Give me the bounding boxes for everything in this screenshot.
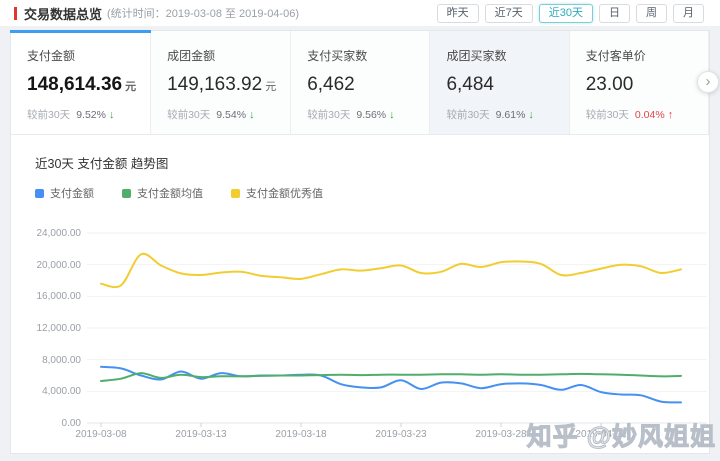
stat-date-range: (统计时间：2019-03-08 至 2019-04-06)	[107, 5, 299, 21]
metric-unit: 元	[265, 81, 276, 93]
change-percent: 9.54%	[216, 109, 246, 121]
series-line-支付金额优秀值	[101, 254, 681, 287]
chart-legend: 支付金额 支付金额均值 支付金额优秀值	[35, 185, 709, 201]
x-axis-tick-label: 2019-03-13	[167, 429, 235, 440]
compare-label: 较前30天	[446, 109, 489, 121]
legend-item-pay-amount-excellent[interactable]: 支付金额优秀值	[231, 185, 323, 201]
trend-down-icon: ↓	[249, 109, 255, 121]
filter-day-button[interactable]: 日	[599, 4, 630, 23]
metric-label: 支付客单价	[586, 47, 694, 64]
metric-compare-row: 较前30天 9.56%↓	[307, 107, 415, 122]
y-axis-tick-label: 0.00	[11, 418, 81, 429]
metric-value: 148,614.36	[27, 74, 122, 95]
change-percent: 9.56%	[356, 109, 386, 121]
trend-down-icon: ↓	[528, 109, 534, 121]
filter-7days-button[interactable]: 近7天	[485, 4, 533, 23]
metric-compare-row: 较前30天 9.52%↓	[27, 107, 136, 122]
y-axis-tick-label: 20,000.00	[11, 260, 81, 271]
trend-down-icon: ↓	[389, 109, 395, 121]
time-filter-group: 昨天 近7天 近30天 日 周 月	[437, 4, 704, 23]
x-axis-tick-label: 2019-03-28	[467, 429, 535, 440]
metric-value-row: 149,163.92元	[167, 74, 276, 96]
change-percent: 0.04%	[635, 109, 665, 121]
legend-item-pay-amount-average[interactable]: 支付金额均值	[122, 185, 203, 201]
series-line-支付金额	[101, 367, 681, 403]
metric-card-group-amount[interactable]: 成团金额 149,163.92元 较前30天 9.54%↓	[151, 31, 291, 134]
legend-label: 支付金额优秀值	[246, 185, 323, 201]
x-axis-tick-label: 2019-03-08	[67, 429, 135, 440]
metric-label: 支付金额	[27, 47, 136, 64]
page-title: 交易数据总览	[24, 4, 102, 23]
metric-value-row: 6,484	[446, 74, 554, 96]
filter-30days-button[interactable]: 近30天	[539, 4, 593, 23]
chart-title: 近30天 支付金额 趋势图	[35, 153, 709, 172]
metric-compare-row: 较前30天 9.61%↓	[446, 107, 554, 122]
metric-value: 23.00	[586, 74, 634, 95]
legend-item-pay-amount[interactable]: 支付金额	[35, 185, 94, 201]
series-line-支付金额均值	[101, 373, 681, 381]
trend-up-icon: ↑	[668, 109, 674, 121]
page-header: 交易数据总览 (统计时间：2019-03-08 至 2019-04-06) 昨天…	[0, 0, 720, 26]
metric-value-row: 23.00	[586, 74, 694, 96]
metric-value: 149,163.92	[167, 74, 262, 95]
trend-down-icon: ↓	[109, 109, 115, 121]
y-axis-tick-label: 12,000.00	[11, 323, 81, 334]
metric-compare-row: 较前30天 9.54%↓	[167, 107, 276, 122]
metric-value-row: 6,462	[307, 74, 415, 96]
metric-label: 成团金额	[167, 47, 276, 64]
trend-chart-section: 近30天 支付金额 趋势图 支付金额 支付金额均值 支付金额优秀值 24,000…	[11, 135, 709, 453]
watermark-text: 知乎 @妙风姐姐	[527, 417, 716, 453]
compare-label: 较前30天	[167, 109, 210, 121]
y-axis-tick-label: 16,000.00	[11, 291, 81, 302]
x-axis-tick-label: 2019-03-18	[267, 429, 335, 440]
change-percent: 9.52%	[76, 109, 106, 121]
legend-color-chip	[231, 189, 240, 198]
legend-color-chip	[35, 189, 44, 198]
metric-card-group-buyers[interactable]: 成团买家数 6,484 较前30天 9.61%↓	[430, 31, 569, 134]
overview-panel: 支付金额 148,614.36元 较前30天9.52%↓ 成团金额 149,16…	[10, 30, 710, 454]
metric-value-row: 148,614.36元	[27, 74, 136, 96]
filter-yesterday-button[interactable]: 昨天	[437, 4, 479, 23]
metric-unit: 元	[125, 81, 136, 93]
metric-label: 成团买家数	[446, 47, 554, 64]
compare-label: 较前30天	[27, 109, 70, 121]
legend-label: 支付金额均值	[137, 185, 203, 201]
metric-value: 6,484	[446, 74, 494, 95]
trend-chart-svg	[87, 221, 707, 433]
compare-label: 较前30天	[307, 109, 350, 121]
y-axis-tick-label: 4,000.00	[11, 386, 81, 397]
x-axis-tick-label: 2019-03-23	[367, 429, 435, 440]
metric-card-pay-amount[interactable]: 支付金额 148,614.36元 较前30天 9.52%↓	[11, 31, 151, 134]
filter-month-button[interactable]: 月	[673, 4, 704, 23]
filter-week-button[interactable]: 周	[636, 4, 667, 23]
compare-label: 较前30天	[586, 109, 629, 121]
change-percent: 9.61%	[496, 109, 526, 121]
metric-label: 支付买家数	[307, 47, 415, 64]
legend-label: 支付金额	[50, 185, 94, 201]
metric-value: 6,462	[307, 74, 355, 95]
metric-card-price-per-customer[interactable]: 支付客单价 23.00 较前30天 0.04%↑	[570, 31, 709, 134]
y-axis-tick-label: 8,000.00	[11, 355, 81, 366]
metric-card-row: 支付金额 148,614.36元 较前30天9.52%↓ 成团金额 149,16…	[11, 31, 709, 135]
metric-compare-row: 较前30天 0.04%↑	[586, 107, 694, 122]
cards-next-button[interactable]: ›	[697, 71, 719, 93]
title-accent-bar	[14, 7, 17, 20]
legend-color-chip	[122, 189, 131, 198]
y-axis-tick-label: 24,000.00	[11, 228, 81, 239]
metric-card-pay-buyers[interactable]: 支付买家数 6,462 较前30天 9.56%↓	[291, 31, 430, 134]
